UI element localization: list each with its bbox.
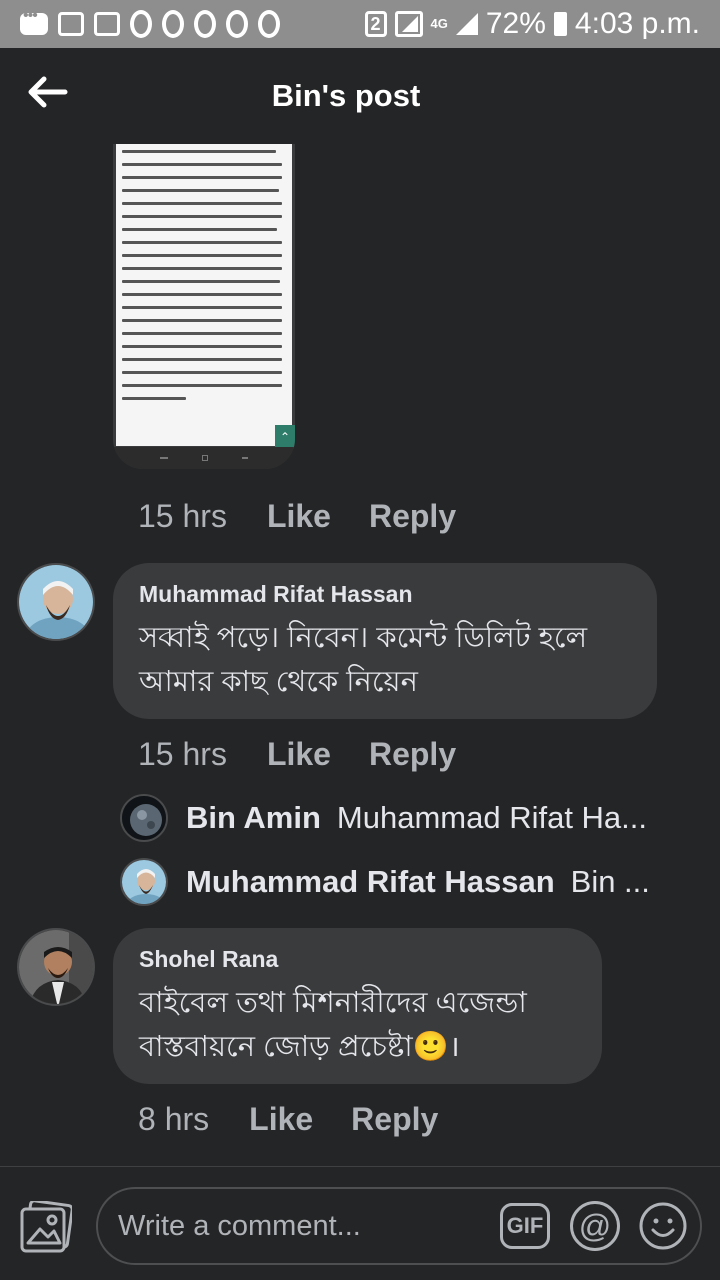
- network-type: 4G: [430, 16, 448, 31]
- comment-meta: 15 hrs Like Reply: [138, 736, 456, 773]
- avatar[interactable]: [17, 563, 95, 641]
- reply-button[interactable]: Reply: [369, 736, 456, 773]
- comment-time: 15 hrs: [138, 498, 227, 534]
- notification-o-icon: [130, 10, 152, 38]
- comment-bubble: Muhammad Rifat Hassan সব্বাই পড়ে। নিবেন…: [113, 563, 657, 719]
- chat-notification-icon: [20, 7, 48, 35]
- comment-attached-image[interactable]: ⌃: [113, 144, 295, 469]
- reply-button[interactable]: Reply: [369, 498, 456, 535]
- battery-icon: [553, 12, 567, 36]
- comment-author[interactable]: Muhammad Rifat Hassan: [139, 581, 631, 608]
- like-button[interactable]: Like: [249, 1101, 313, 1138]
- notification-o-icon: [194, 10, 216, 38]
- avatar: [120, 858, 168, 906]
- reply-author: Muhammad Rifat Hassan: [186, 864, 555, 899]
- mention-button[interactable]: @: [570, 1201, 620, 1251]
- signal-1-icon: [394, 11, 423, 37]
- page-title: Bin's post: [271, 78, 421, 113]
- signal-2-icon: [455, 13, 478, 35]
- comment-field: GIF @: [96, 1187, 702, 1265]
- battery-percent: 72%: [485, 7, 546, 40]
- reply-snippet: Bin ...: [570, 864, 650, 899]
- comment-input[interactable]: [118, 1189, 498, 1263]
- status-right-icons: 2 4G 72% 4:03 p.m.: [364, 7, 700, 41]
- image-notification-icon: [94, 12, 120, 36]
- comment-composer: GIF @: [0, 1166, 720, 1280]
- like-button[interactable]: Like: [267, 736, 331, 773]
- scroll-up-icon: ⌃: [275, 425, 295, 449]
- comment-text: বাইবেল তথা মিশনারীদের এজেন্ডা বাস্তবায়ন…: [139, 987, 527, 1063]
- status-bar: 2 4G 72% 4:03 p.m.: [0, 0, 720, 48]
- notification-o-icon: [162, 10, 184, 38]
- comment-meta: 8 hrs Like Reply: [138, 1101, 438, 1138]
- document-text-lines: [122, 150, 282, 410]
- comment-bubble: Shohel Rana বাইবেল তথা মিশনারীদের এজেন্ড…: [113, 928, 602, 1084]
- phone-nav-bar: [113, 447, 295, 469]
- document-screenshot: [116, 144, 292, 446]
- reply-button[interactable]: Reply: [351, 1101, 438, 1138]
- gif-button[interactable]: GIF: [500, 1203, 550, 1249]
- comment-time: 8 hrs: [138, 1101, 210, 1137]
- like-button[interactable]: Like: [267, 498, 331, 535]
- reply-author: Bin Amin: [186, 800, 321, 835]
- comment-author[interactable]: Shohel Rana: [139, 946, 576, 973]
- comment-text: সব্বাই পড়ে। নিবেন। কমেন্ট ডিলিট হলে আমা…: [139, 622, 588, 698]
- post-header: Bin's post: [0, 48, 720, 144]
- back-arrow-icon[interactable]: [24, 72, 72, 112]
- emoji-icon[interactable]: [638, 1201, 688, 1251]
- reply-preview[interactable]: Muhammad Rifat Hassan Bin ...: [120, 858, 680, 906]
- avatar: [120, 794, 168, 842]
- comment-time: 15 hrs: [138, 736, 227, 772]
- avatar[interactable]: [17, 928, 95, 1006]
- recycle-notification-icon: [58, 12, 84, 36]
- reply-preview[interactable]: Bin Amin Muhammad Rifat Ha...: [120, 794, 680, 842]
- clock: 4:03 p.m.: [574, 7, 700, 40]
- notification-o-icon: [258, 10, 280, 38]
- photo-icon[interactable]: [20, 1199, 74, 1253]
- sim-slot-icon: 2: [364, 11, 387, 37]
- notification-o-icon: [226, 10, 248, 38]
- status-left-icons: [20, 7, 280, 38]
- comment-meta: 15 hrs Like Reply: [138, 498, 456, 535]
- reply-snippet: Muhammad Rifat Ha...: [336, 800, 648, 835]
